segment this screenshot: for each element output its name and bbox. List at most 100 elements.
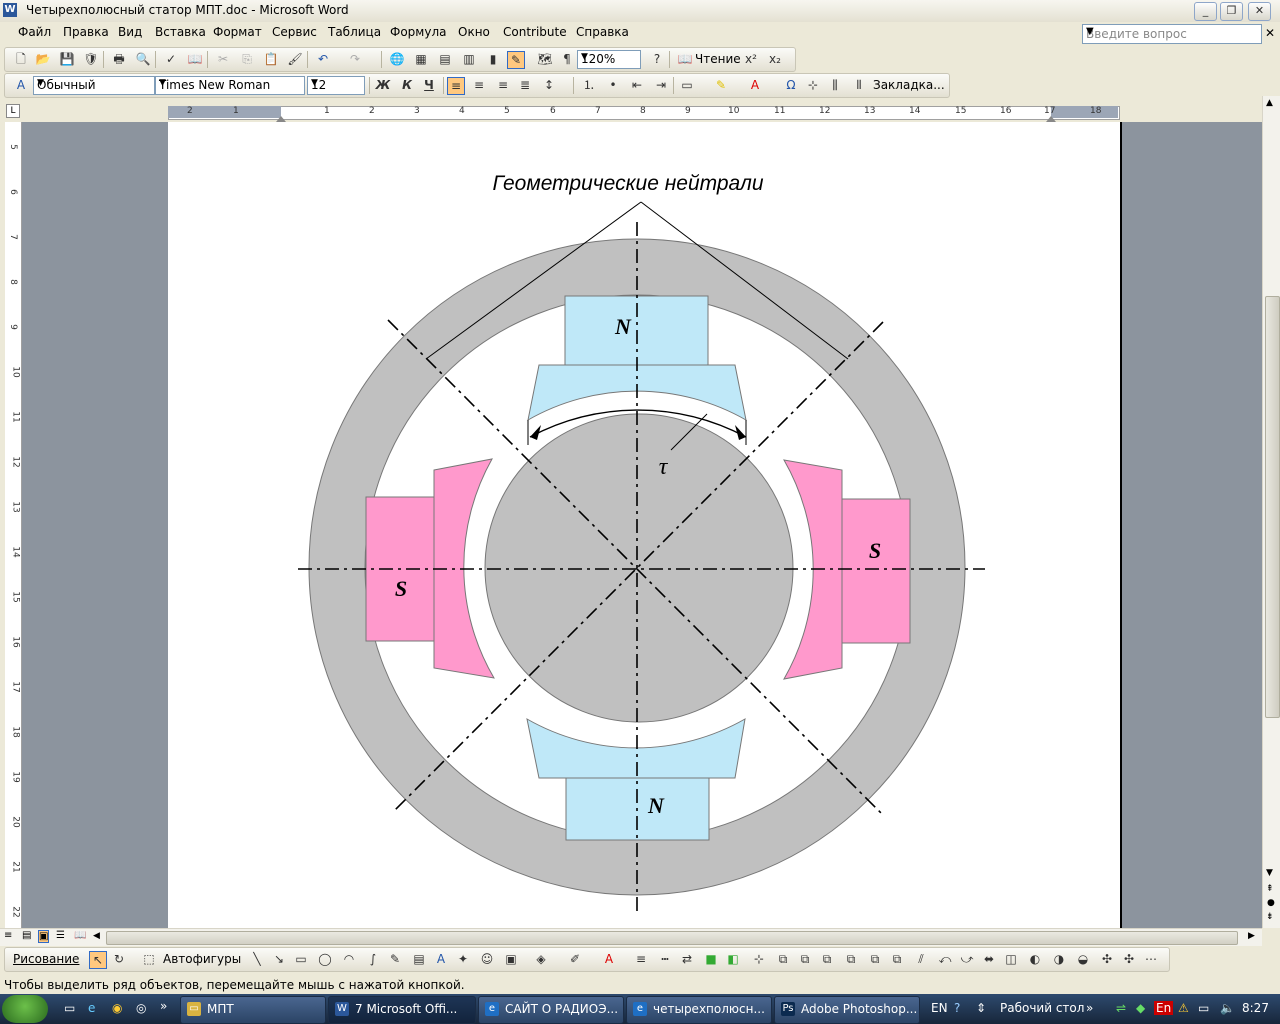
zoom-combo[interactable]: 120% ▼ (577, 50, 641, 69)
show-formatting-icon[interactable]: ¶ (559, 51, 575, 67)
picture-icon[interactable]: ▣ (503, 951, 519, 967)
bookmark-button[interactable]: Закладка... (873, 78, 945, 92)
keyboard-layout-indicator[interactable]: En (1154, 1001, 1174, 1015)
menu-insert[interactable]: Вставка (155, 25, 206, 39)
open-icon[interactable]: 📂 (35, 51, 51, 67)
shadow-on-icon[interactable]: ◒ (1075, 951, 1091, 967)
decrease-indent-icon[interactable]: ⇤ (629, 77, 645, 93)
tray-expand-icon[interactable]: » (1086, 1001, 1093, 1015)
subscript-icon[interactable]: x₂ (767, 51, 783, 67)
font-size-combo[interactable]: 12 ▼ (307, 76, 365, 95)
curve-tool-icon[interactable]: ∫ (365, 951, 381, 967)
rotate-left-icon[interactable]: ⤺ (937, 951, 953, 967)
select-objects-icon[interactable]: ↖ (89, 951, 107, 969)
freeform-tool-icon[interactable]: ✎ (387, 951, 403, 967)
align-right-icon[interactable]: ≡ (495, 77, 511, 93)
send-backward-icon[interactable]: ⧉ (867, 951, 883, 967)
menu-format[interactable]: Формат (213, 25, 262, 39)
clock[interactable]: 8:27 (1242, 1001, 1269, 1015)
line-color-icon[interactable]: ✐ (567, 951, 583, 967)
language-indicator[interactable]: EN (931, 1001, 948, 1015)
tables-borders-icon[interactable]: ▦ (413, 51, 429, 67)
browse-object-icon[interactable]: ● (1267, 898, 1275, 908)
menu-contribute[interactable]: Contribute (503, 25, 567, 39)
numbering-icon[interactable]: ⒈ (581, 77, 597, 93)
align-center-icon[interactable]: ≡ (471, 77, 487, 93)
menu-table[interactable]: Таблица (328, 25, 381, 39)
rectangle-tool-icon[interactable]: ▭ (293, 951, 309, 967)
symbol-icon[interactable]: Ω (783, 77, 799, 93)
bring-forward-icon[interactable]: ⧉ (843, 951, 859, 967)
save-icon[interactable]: 💾 (59, 51, 75, 67)
chrome-icon[interactable]: ◉ (112, 1001, 122, 1015)
insert-excel-icon[interactable]: ▥ (461, 51, 477, 67)
hyperlink-icon[interactable]: 🌐 (389, 51, 405, 67)
scrollbar-thumb[interactable] (106, 931, 1238, 945)
chevron-down-icon[interactable]: ▼ (311, 78, 362, 88)
volume-icon[interactable]: 🔈 (1220, 1001, 1235, 1015)
bold-button[interactable]: Ж (375, 77, 391, 93)
reading-icon[interactable]: 📖 (677, 51, 693, 67)
task-word[interactable]: W 7 Microsoft Offi... (328, 996, 476, 1024)
fill-color-icon[interactable]: ◈ (533, 951, 549, 967)
permission-icon[interactable]: 🛡 (83, 51, 99, 67)
justify-icon[interactable]: ≣ (517, 77, 533, 93)
arrow-tool-icon[interactable]: ↘ (271, 951, 287, 967)
menu-formula[interactable]: Формула (390, 25, 446, 39)
chevron-down-icon[interactable]: ▼ (1086, 26, 1259, 37)
textbox-icon[interactable]: ▤ (411, 951, 427, 967)
autoshapes-icon[interactable]: ⬚ (141, 951, 157, 967)
menu-help[interactable]: Справка (576, 25, 629, 39)
outline-view-icon[interactable]: ☰ (56, 930, 65, 941)
horizontal-scrollbar[interactable]: ≡ ▤ ▣ ☰ 📖 ◀ ▶ (0, 928, 1262, 946)
reading-view-icon[interactable]: 📖 (74, 930, 86, 941)
rotate-icon[interactable]: ↻ (111, 951, 127, 967)
scrollbar-thumb[interactable] (1265, 296, 1280, 718)
drawing-menu[interactable]: Рисование (13, 952, 79, 966)
format-painter-icon[interactable]: 🖌 (287, 51, 303, 67)
highlight-icon[interactable]: ✎ (713, 77, 729, 93)
vertical-ruler[interactable]: 5 6 7 8 9 10 11 12 13 14 15 16 17 18 19 … (5, 122, 22, 928)
styles-icon[interactable]: A (13, 77, 29, 93)
copy-icon[interactable]: ⎘ (239, 51, 255, 67)
web-view-icon[interactable]: ▤ (22, 930, 31, 941)
flip-horizontal-icon[interactable]: ⬌ (981, 951, 997, 967)
bullets-icon[interactable]: • (605, 77, 621, 93)
flip-icon[interactable]: ⫽ (913, 951, 929, 967)
grid-icon[interactable]: ⊹ (751, 951, 767, 967)
vertical-scrollbar[interactable]: ▲ ▼ ⇞ ● ⇟ (1262, 96, 1280, 928)
ask-question-box[interactable]: Введите вопрос ▼ (1082, 24, 1262, 44)
menu-edit[interactable]: Правка (63, 25, 109, 39)
print-preview-icon[interactable]: 🔍 (135, 51, 151, 67)
columns-width-icon[interactable]: ⫴ (851, 77, 867, 93)
shadow-icon[interactable]: ■ (703, 951, 719, 967)
rotate-right-icon[interactable]: ⤻ (959, 951, 975, 967)
menu-tools[interactable]: Сервис (272, 25, 317, 39)
menu-view[interactable]: Вид (118, 25, 142, 39)
minimize-button[interactable]: _ (1194, 2, 1217, 21)
ie-icon[interactable]: e (88, 1001, 95, 1015)
arc-tool-icon[interactable]: ◠ (341, 951, 357, 967)
font-color-icon[interactable]: A (747, 77, 763, 93)
scroll-down-icon[interactable]: ▼ (1266, 868, 1273, 878)
normal-view-icon[interactable]: ≡ (4, 930, 12, 941)
drawing-toggle-icon[interactable]: ✎ (507, 51, 525, 69)
close-document-icon[interactable]: ✕ (1265, 26, 1275, 40)
underline-button[interactable]: Ч (421, 77, 437, 93)
group-icon[interactable]: ⧉ (775, 951, 791, 967)
more-options-icon[interactable]: ⋯ (1143, 951, 1159, 967)
wordart-icon[interactable]: A (433, 951, 449, 967)
reading-button[interactable]: Чтение (695, 52, 741, 66)
print-view-icon[interactable]: ▣ (38, 930, 50, 943)
menu-window[interactable]: Окно (458, 25, 490, 39)
scroll-up-icon[interactable]: ▲ (1266, 98, 1273, 108)
superscript-icon[interactable]: x² (743, 51, 759, 67)
prev-page-icon[interactable]: ⇞ (1266, 884, 1274, 894)
task-image[interactable]: e четырехполюсн... (626, 996, 772, 1024)
ungroup-icon[interactable]: ⧉ (797, 951, 813, 967)
display-icon[interactable]: ▭ (1198, 1001, 1209, 1015)
restore-button[interactable]: ❐ (1220, 2, 1243, 21)
next-page-icon[interactable]: ⇟ (1266, 912, 1274, 922)
diagram-icon[interactable]: ✦ (455, 951, 471, 967)
border-icon[interactable]: ▭ (679, 77, 695, 93)
